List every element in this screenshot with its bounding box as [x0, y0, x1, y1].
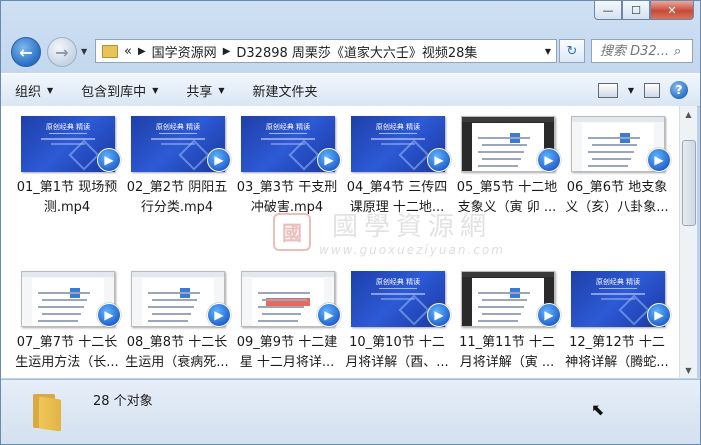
share-label: 共享 [186, 84, 213, 100]
search-input[interactable] [598, 42, 674, 60]
search-icon[interactable]: ⌕ [674, 44, 690, 59]
toolbar-right: ▼ ? [597, 81, 700, 99]
chevron-right-icon[interactable]: ▶ [223, 46, 231, 57]
organize-button[interactable]: 组织 ▼ [1, 74, 67, 106]
folder-icon [31, 392, 65, 432]
play-badge-icon: ▶ [427, 148, 451, 172]
play-badge-icon: ▶ [647, 303, 671, 327]
thumbnail-title: 原创经典 精读 [375, 278, 421, 286]
address-bar[interactable]: « ▶ 国学资源网 ▶ D32898 周栗莎《道家大六壬》视频28集 ▼ [95, 39, 557, 63]
file-name: 07_第7节 十二长生运用方法（长... [15, 335, 119, 370]
breadcrumb-overflow[interactable]: « [124, 44, 132, 59]
play-badge-icon: ▶ [647, 148, 671, 172]
file-name: 06_第6节 地支象义（亥）八卦象... [565, 180, 669, 215]
thumbnail-title: 原创经典 精读 [375, 123, 421, 131]
watermark-seal: 國 [273, 212, 311, 251]
help-icon[interactable]: ? [670, 81, 688, 99]
include-in-library-button[interactable]: 包含到库中 ▼ [67, 74, 172, 106]
watermark: 國 國學資源網 www.guoxuezīyuan.com [273, 206, 505, 257]
chevron-right-icon[interactable]: ▶ [138, 46, 146, 57]
search-box[interactable]: ⌕ [591, 39, 693, 63]
play-badge-icon: ▶ [317, 148, 341, 172]
change-view-icon[interactable] [597, 82, 618, 98]
thumbnail-title: 原创经典 精读 [155, 123, 201, 131]
recent-pages-dropdown[interactable]: ▼ [81, 47, 87, 56]
scrollbar-thumb[interactable] [682, 140, 696, 226]
address-dropdown[interactable]: ▼ [540, 47, 556, 56]
file-name: 11_第11节 十二月将详解（寅 ... [459, 335, 555, 370]
refresh-button[interactable]: ↻ [559, 39, 585, 63]
play-badge-icon: ▶ [97, 148, 121, 172]
item-count: 28 个对象 [93, 394, 153, 409]
play-badge-icon: ▶ [537, 303, 561, 327]
play-badge-icon: ▶ [537, 148, 561, 172]
file-name: 08_第8节 十二长生运用（衰病死... [125, 335, 229, 370]
mouse-cursor-icon: ⬉ [591, 400, 605, 419]
play-badge-icon: ▶ [207, 303, 231, 327]
thumbnail-title: 原创经典 精读 [595, 278, 641, 286]
breadcrumb-item[interactable]: 国学资源网 [152, 42, 217, 61]
watermark-cn: 國學資源網 [331, 212, 492, 242]
chevron-down-icon: ▼ [218, 85, 225, 95]
chevron-down-icon: ▼ [47, 85, 54, 95]
breadcrumb-item-current[interactable]: D32898 周栗莎《道家大六壬》视频28集 [236, 42, 477, 61]
watermark-url: www.guoxuezīyuan.com [319, 243, 505, 257]
arrow-left-icon: ← [19, 42, 33, 62]
new-folder-button[interactable]: 新建文件夹 [239, 74, 332, 106]
file-name: 12_第12节 十二神将详解（腾蛇... [565, 335, 669, 370]
forward-button[interactable]: → [47, 37, 77, 67]
explorer-window: — ☐ ✕ ← → ▼ « ▶ 国学资源网 ▶ D32898 周栗莎《道家大六壬… [0, 0, 701, 445]
arrow-right-icon: → [55, 42, 69, 62]
command-bar: 组织 ▼ 包含到库中 ▼ 共享 ▼ 新建文件夹 ▼ ? [1, 73, 700, 107]
file-name: 02_第2节 阴阳五行分类.mp4 [126, 180, 228, 215]
file-name: 10_第10节 十二月将详解（酉、... [345, 335, 449, 370]
play-badge-icon: ▶ [207, 148, 231, 172]
details-pane: 28 个对象 ⬉ [1, 379, 700, 444]
close-button[interactable]: ✕ [650, 1, 694, 20]
maximize-button[interactable]: ☐ [622, 1, 650, 20]
preview-pane-icon[interactable] [644, 82, 660, 98]
include-library-label: 包含到库中 [81, 84, 147, 100]
share-button[interactable]: 共享 ▼ [172, 74, 238, 106]
chevron-down-icon: ▼ [152, 85, 159, 95]
vertical-scrollbar[interactable]: ▲ ▼ [679, 106, 697, 378]
thumbnail-title: 原创经典 精读 [45, 123, 91, 131]
new-folder-label: 新建文件夹 [252, 84, 318, 100]
chevron-down-icon[interactable]: ▼ [628, 86, 634, 95]
watermark-text: 國學資源網 www.guoxuezīyuan.com [319, 206, 505, 257]
titlebar-buttons: — ☐ ✕ [594, 1, 694, 20]
folder-icon [102, 44, 118, 58]
play-badge-icon: ▶ [97, 303, 121, 327]
play-badge-icon: ▶ [317, 303, 341, 327]
refresh-icon: ↻ [566, 43, 578, 59]
file-name: 01_第1节 现场预测.mp4 [16, 180, 118, 215]
back-button[interactable]: ← [11, 37, 41, 67]
play-badge-icon: ▶ [427, 303, 451, 327]
scroll-down-icon[interactable]: ▼ [680, 362, 697, 378]
scroll-up-icon[interactable]: ▲ [680, 106, 697, 122]
minimize-button[interactable]: — [594, 1, 622, 20]
thumbnail-title: 原创经典 精读 [265, 123, 311, 131]
organize-label: 组织 [15, 84, 42, 100]
file-list: 原创经典 精读 ▶ 01_第1节 现场预测.mp4 原创经典 精读 ▶ 02_第2节 阴阳… [1, 106, 679, 378]
file-name: 09_第9节 十二建星 十二月将详... [236, 335, 338, 370]
